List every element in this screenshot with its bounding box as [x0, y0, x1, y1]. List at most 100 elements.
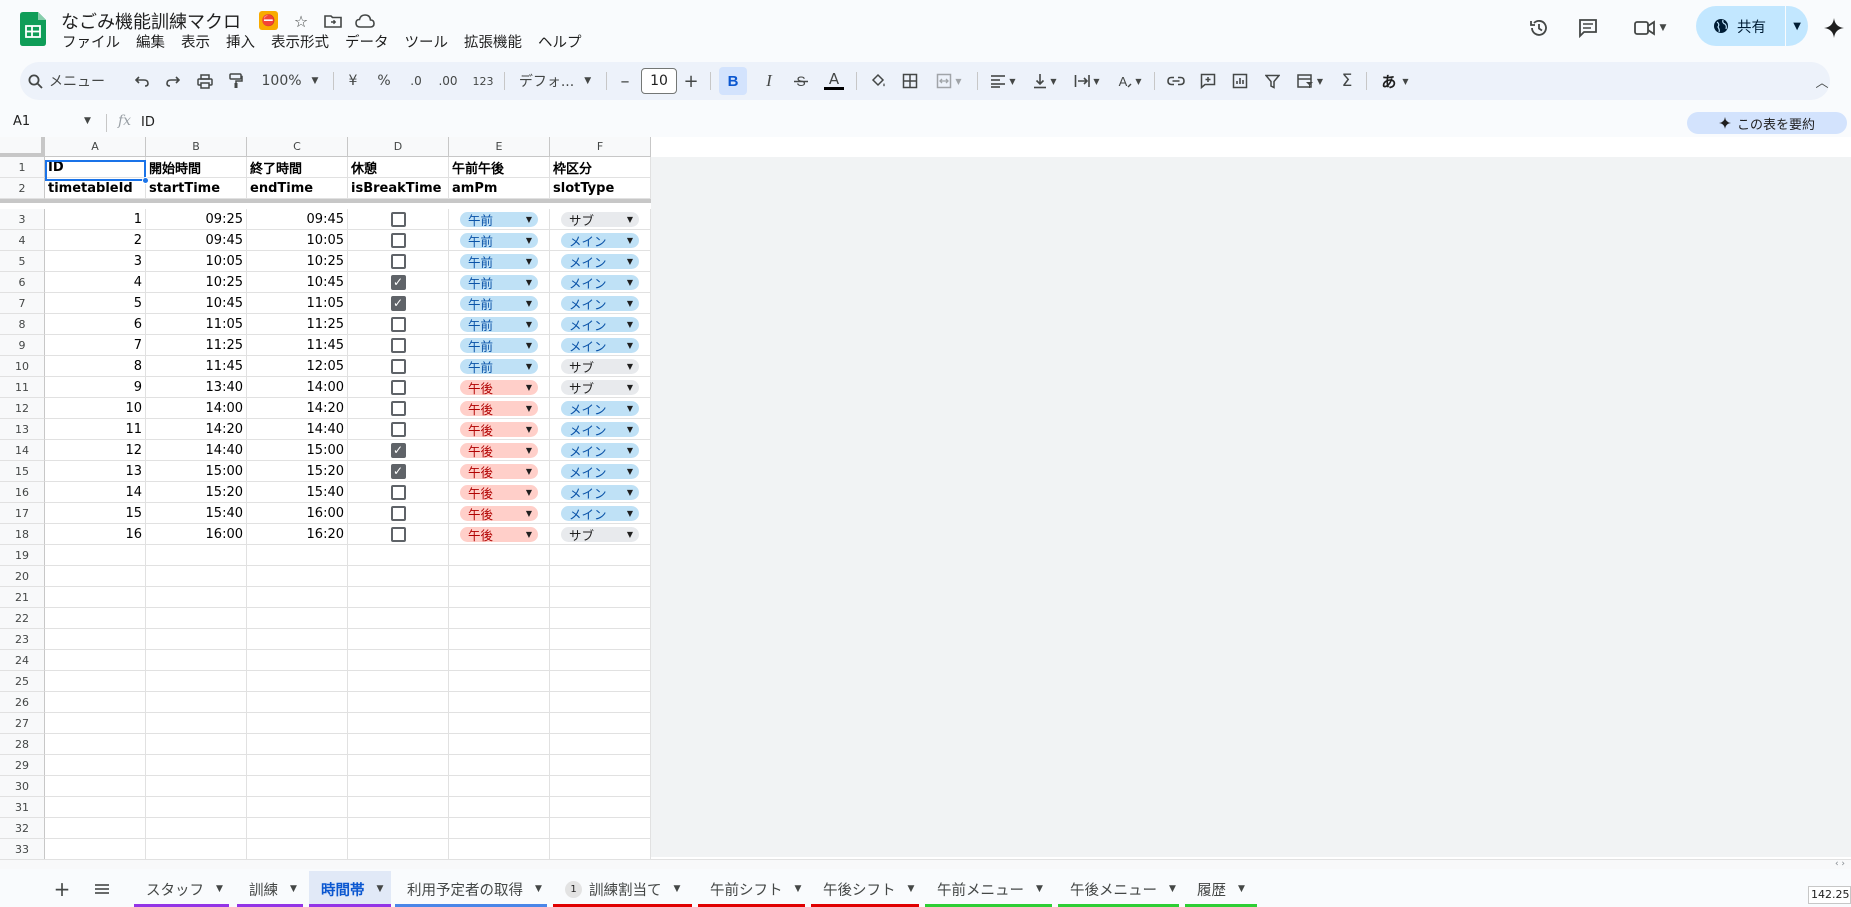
grid-cell[interactable]	[348, 587, 449, 608]
row-header[interactable]: 16	[0, 482, 45, 503]
grid-cell[interactable]	[45, 734, 146, 755]
menu-item-0[interactable]: ファイル	[54, 32, 128, 54]
ampm-cell[interactable]: 午前 ▼	[449, 356, 550, 377]
grid-cell[interactable]	[146, 797, 247, 818]
row-header[interactable]: 13	[0, 419, 45, 440]
insert-chart-icon[interactable]	[1227, 67, 1253, 95]
meet-video-icon[interactable]: ▼	[1628, 12, 1672, 44]
id-cell[interactable]: 10	[45, 398, 146, 419]
start-time-cell[interactable]: 10:05	[146, 251, 247, 272]
row-header[interactable]: 25	[0, 671, 45, 692]
grid-cell[interactable]	[247, 797, 348, 818]
grid-cell[interactable]	[247, 629, 348, 650]
row-header[interactable]: 31	[0, 797, 45, 818]
slot-type-dropdown-chip[interactable]: メイン ▼	[561, 400, 639, 417]
checkbox-checked[interactable]: ✓	[390, 274, 406, 290]
print-icon[interactable]	[193, 67, 217, 95]
share-button[interactable]: 共有	[1696, 6, 1785, 46]
all-sheets-icon[interactable]	[88, 871, 116, 907]
grid-cell[interactable]	[348, 650, 449, 671]
end-time-cell[interactable]: 15:00	[247, 440, 348, 461]
row-header[interactable]: 33	[0, 839, 45, 860]
menu-item-5[interactable]: データ	[337, 32, 397, 54]
grid-cell[interactable]	[449, 608, 550, 629]
grid-cell[interactable]	[247, 818, 348, 839]
ampm-dropdown-chip[interactable]: 午後 ▼	[460, 442, 538, 459]
grid-cell[interactable]	[146, 587, 247, 608]
horizontal-scrollbar[interactable]: ‹ ›	[0, 859, 1851, 869]
checkbox-checked[interactable]: ✓	[390, 295, 406, 311]
id-cell[interactable]: 1	[45, 209, 146, 230]
font-family-select[interactable]: デフォ... ▼	[513, 67, 597, 95]
grid-cell[interactable]	[247, 671, 348, 692]
slot-type-cell[interactable]: メイン ▼	[550, 293, 651, 314]
menu-item-6[interactable]: ツール	[397, 32, 457, 54]
vertical-align-icon[interactable]: ▼	[1028, 67, 1062, 95]
row-header[interactable]: 32	[0, 818, 45, 839]
sheet-tab-menu-icon[interactable]: ▼	[1169, 884, 1176, 894]
filter-icon[interactable]	[1259, 67, 1285, 95]
slot-type-dropdown-chip[interactable]: メイン ▼	[561, 316, 639, 333]
percent-format-button[interactable]: %	[373, 67, 395, 95]
collapse-menus-icon[interactable]: ︿	[1810, 67, 1834, 95]
ampm-dropdown-chip[interactable]: 午後 ▼	[460, 505, 538, 522]
grid-cell[interactable]	[449, 734, 550, 755]
slot-type-dropdown-chip[interactable]: メイン ▼	[561, 484, 639, 501]
column-header-c[interactable]: C	[247, 137, 348, 157]
ampm-cell[interactable]: 午後 ▼	[449, 461, 550, 482]
id-cell[interactable]: 9	[45, 377, 146, 398]
ampm-cell[interactable]: 午後 ▼	[449, 440, 550, 461]
row-header[interactable]: 23	[0, 629, 45, 650]
slot-type-cell[interactable]: メイン ▼	[550, 482, 651, 503]
slot-type-cell[interactable]: メイン ▼	[550, 461, 651, 482]
grid-cell[interactable]	[550, 671, 651, 692]
slot-type-dropdown-chip[interactable]: メイン ▼	[561, 337, 639, 354]
formula-input[interactable]: ID	[141, 115, 155, 130]
break-cell[interactable]: ✓	[348, 461, 449, 482]
grid-cell[interactable]	[550, 776, 651, 797]
add-sheet-icon[interactable]: +	[48, 871, 76, 907]
grid-cell[interactable]	[146, 671, 247, 692]
ampm-dropdown-chip[interactable]: 午前 ▼	[460, 358, 538, 375]
ampm-cell[interactable]: 午前 ▼	[449, 335, 550, 356]
checkbox-unchecked[interactable]	[390, 484, 406, 500]
strikethrough-icon[interactable]: S	[788, 67, 814, 95]
end-time-cell[interactable]: 12:05	[247, 356, 348, 377]
grid-cell[interactable]	[449, 797, 550, 818]
break-cell[interactable]: ✓	[348, 272, 449, 293]
end-time-cell[interactable]: 14:00	[247, 377, 348, 398]
undo-icon[interactable]	[130, 67, 154, 95]
slot-type-dropdown-chip[interactable]: サブ ▼	[561, 211, 639, 228]
sheet-tab-menu-icon[interactable]: ▼	[377, 884, 384, 894]
slot-type-dropdown-chip[interactable]: サブ ▼	[561, 379, 639, 396]
text-rotation-icon[interactable]: A ▼	[1112, 67, 1146, 95]
end-time-cell[interactable]: 09:45	[247, 209, 348, 230]
grid-cell[interactable]	[247, 755, 348, 776]
align-left-icon[interactable]: ▼	[986, 67, 1020, 95]
checkbox-unchecked[interactable]	[390, 211, 406, 227]
row-header[interactable]: 2	[0, 178, 45, 199]
grid-cell[interactable]	[146, 608, 247, 629]
text-color-button[interactable]: A	[821, 67, 847, 95]
field-name-cell[interactable]: timetableId	[45, 178, 146, 199]
ampm-dropdown-chip[interactable]: 午後 ▼	[460, 421, 538, 438]
ampm-dropdown-chip[interactable]: 午後 ▼	[460, 484, 538, 501]
grid-cell[interactable]	[45, 797, 146, 818]
row-header[interactable]: 22	[0, 608, 45, 629]
slot-type-dropdown-chip[interactable]: メイン ▼	[561, 442, 639, 459]
row-header[interactable]: 30	[0, 776, 45, 797]
start-time-cell[interactable]: 15:40	[146, 503, 247, 524]
ampm-dropdown-chip[interactable]: 午前 ▼	[460, 253, 538, 270]
sheet-tab-menu-icon[interactable]: ▼	[290, 884, 297, 894]
start-time-cell[interactable]: 15:20	[146, 482, 247, 503]
grid-cell[interactable]	[247, 608, 348, 629]
grid-cell[interactable]	[449, 818, 550, 839]
fill-color-icon[interactable]	[865, 67, 891, 95]
grid-cell[interactable]	[449, 692, 550, 713]
row-header[interactable]: 5	[0, 251, 45, 272]
checkbox-unchecked[interactable]	[390, 232, 406, 248]
end-time-cell[interactable]: 11:45	[247, 335, 348, 356]
sheet-tab-menu-icon[interactable]: ▼	[1238, 884, 1245, 894]
ampm-cell[interactable]: 午前 ▼	[449, 293, 550, 314]
end-time-cell[interactable]: 15:40	[247, 482, 348, 503]
